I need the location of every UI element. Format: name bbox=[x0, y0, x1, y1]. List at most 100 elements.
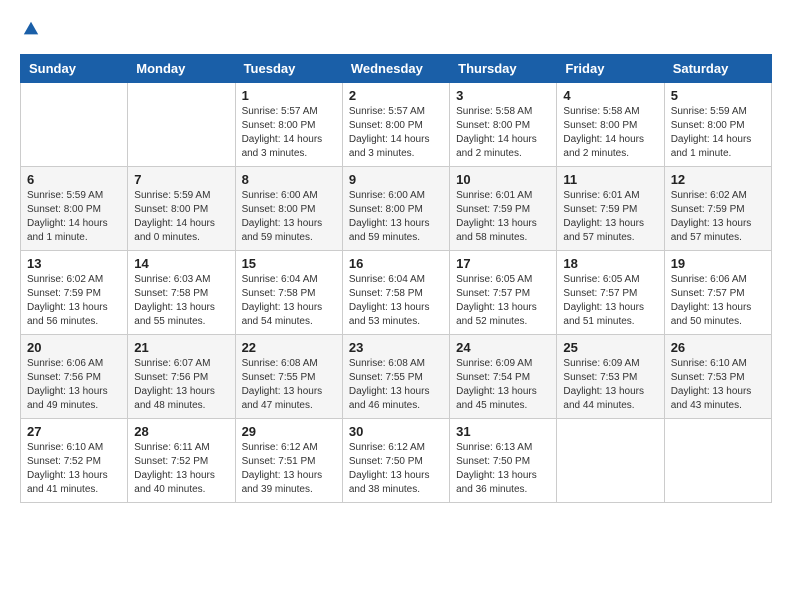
calendar-cell: 24 Sunrise: 6:09 AM Sunset: 7:54 PM Dayli… bbox=[450, 335, 557, 419]
day-number: 22 bbox=[242, 340, 336, 355]
weekday-header-monday: Monday bbox=[128, 55, 235, 83]
logo-icon bbox=[22, 20, 40, 38]
calendar-cell bbox=[21, 83, 128, 167]
day-number: 29 bbox=[242, 424, 336, 439]
day-info: Sunrise: 6:01 AM Sunset: 7:59 PM Dayligh… bbox=[456, 189, 550, 245]
day-info: Sunrise: 6:02 AM Sunset: 7:59 PM Dayligh… bbox=[671, 189, 765, 245]
day-info: Sunrise: 6:04 AM Sunset: 7:58 PM Dayligh… bbox=[242, 273, 336, 329]
day-number: 11 bbox=[563, 172, 657, 187]
day-number: 9 bbox=[349, 172, 443, 187]
day-info: Sunrise: 6:10 AM Sunset: 7:53 PM Dayligh… bbox=[671, 357, 765, 413]
weekday-header-sunday: Sunday bbox=[21, 55, 128, 83]
calendar-cell: 9 Sunrise: 6:00 AM Sunset: 8:00 PM Daylig… bbox=[342, 167, 449, 251]
calendar-cell: 22 Sunrise: 6:08 AM Sunset: 7:55 PM Dayli… bbox=[235, 335, 342, 419]
weekday-header-tuesday: Tuesday bbox=[235, 55, 342, 83]
calendar-cell: 2 Sunrise: 5:57 AM Sunset: 8:00 PM Daylig… bbox=[342, 83, 449, 167]
calendar-cell bbox=[664, 419, 771, 503]
day-number: 14 bbox=[134, 256, 228, 271]
day-info: Sunrise: 6:09 AM Sunset: 7:54 PM Dayligh… bbox=[456, 357, 550, 413]
calendar-table: SundayMondayTuesdayWednesdayThursdayFrid… bbox=[20, 54, 772, 503]
calendar-week-row: 1 Sunrise: 5:57 AM Sunset: 8:00 PM Daylig… bbox=[21, 83, 772, 167]
day-info: Sunrise: 6:00 AM Sunset: 8:00 PM Dayligh… bbox=[349, 189, 443, 245]
calendar-cell: 14 Sunrise: 6:03 AM Sunset: 7:58 PM Dayli… bbox=[128, 251, 235, 335]
calendar-cell: 18Sunrise: 6:05 AM Sunset: 7:57 PM Dayli… bbox=[557, 251, 664, 335]
day-number: 3 bbox=[456, 88, 550, 103]
calendar-cell: 29 Sunrise: 6:12 AM Sunset: 7:51 PM Dayli… bbox=[235, 419, 342, 503]
day-info: Sunrise: 6:12 AM Sunset: 7:51 PM Dayligh… bbox=[242, 441, 336, 497]
calendar-cell bbox=[557, 419, 664, 503]
day-number: 8 bbox=[242, 172, 336, 187]
weekday-header-wednesday: Wednesday bbox=[342, 55, 449, 83]
calendar-cell: 26 Sunrise: 6:10 AM Sunset: 7:53 PM Dayli… bbox=[664, 335, 771, 419]
day-number: 17 bbox=[456, 256, 550, 271]
calendar-week-row: 6 Sunrise: 5:59 AM Sunset: 8:00 PM Daylig… bbox=[21, 167, 772, 251]
day-number: 20 bbox=[27, 340, 121, 355]
day-info: Sunrise: 5:59 AM Sunset: 8:00 PM Dayligh… bbox=[134, 189, 228, 245]
day-number: 1 bbox=[242, 88, 336, 103]
day-info: Sunrise: 6:12 AM Sunset: 7:50 PM Dayligh… bbox=[349, 441, 443, 497]
calendar-cell: 30 Sunrise: 6:12 AM Sunset: 7:50 PM Dayli… bbox=[342, 419, 449, 503]
day-info: Sunrise: 6:09 AM Sunset: 7:53 PM Dayligh… bbox=[563, 357, 657, 413]
calendar-cell: 16Sunrise: 6:04 AM Sunset: 7:58 PM Dayli… bbox=[342, 251, 449, 335]
weekday-header-thursday: Thursday bbox=[450, 55, 557, 83]
day-number: 31 bbox=[456, 424, 550, 439]
day-number: 23 bbox=[349, 340, 443, 355]
day-info: Sunrise: 6:07 AM Sunset: 7:56 PM Dayligh… bbox=[134, 357, 228, 413]
day-number: 13 bbox=[27, 256, 121, 271]
day-number: 27 bbox=[27, 424, 121, 439]
weekday-header-row: SundayMondayTuesdayWednesdayThursdayFrid… bbox=[21, 55, 772, 83]
day-info: Sunrise: 6:06 AM Sunset: 7:57 PM Dayligh… bbox=[671, 273, 765, 329]
calendar-week-row: 27Sunrise: 6:10 AM Sunset: 7:52 PM Dayli… bbox=[21, 419, 772, 503]
calendar-cell: 13 Sunrise: 6:02 AM Sunset: 7:59 PM Dayli… bbox=[21, 251, 128, 335]
day-number: 10 bbox=[456, 172, 550, 187]
calendar-cell: 27Sunrise: 6:10 AM Sunset: 7:52 PM Dayli… bbox=[21, 419, 128, 503]
day-info: Sunrise: 6:00 AM Sunset: 8:00 PM Dayligh… bbox=[242, 189, 336, 245]
day-number: 6 bbox=[27, 172, 121, 187]
calendar-week-row: 20 Sunrise: 6:06 AM Sunset: 7:56 PM Dayli… bbox=[21, 335, 772, 419]
calendar-cell: 7 Sunrise: 5:59 AM Sunset: 8:00 PM Daylig… bbox=[128, 167, 235, 251]
day-number: 18 bbox=[563, 256, 657, 271]
day-info: Sunrise: 5:58 AM Sunset: 8:00 PM Dayligh… bbox=[456, 105, 550, 161]
calendar-cell: 28Sunrise: 6:11 AM Sunset: 7:52 PM Dayli… bbox=[128, 419, 235, 503]
calendar-cell: 17 Sunrise: 6:05 AM Sunset: 7:57 PM Dayli… bbox=[450, 251, 557, 335]
day-info: Sunrise: 6:01 AM Sunset: 7:59 PM Dayligh… bbox=[563, 189, 657, 245]
day-number: 26 bbox=[671, 340, 765, 355]
day-number: 2 bbox=[349, 88, 443, 103]
day-number: 21 bbox=[134, 340, 228, 355]
calendar-cell: 6Sunrise: 5:59 AM Sunset: 8:00 PM Daylig… bbox=[21, 167, 128, 251]
day-number: 19 bbox=[671, 256, 765, 271]
calendar-cell: 15Sunrise: 6:04 AM Sunset: 7:58 PM Dayli… bbox=[235, 251, 342, 335]
day-number: 12 bbox=[671, 172, 765, 187]
weekday-header-friday: Friday bbox=[557, 55, 664, 83]
calendar-week-row: 13 Sunrise: 6:02 AM Sunset: 7:59 PM Dayli… bbox=[21, 251, 772, 335]
day-info: Sunrise: 6:02 AM Sunset: 7:59 PM Dayligh… bbox=[27, 273, 121, 329]
day-number: 30 bbox=[349, 424, 443, 439]
day-info: Sunrise: 6:03 AM Sunset: 7:58 PM Dayligh… bbox=[134, 273, 228, 329]
logo bbox=[20, 20, 40, 38]
day-info: Sunrise: 6:05 AM Sunset: 7:57 PM Dayligh… bbox=[456, 273, 550, 329]
calendar-cell: 19 Sunrise: 6:06 AM Sunset: 7:57 PM Dayli… bbox=[664, 251, 771, 335]
day-info: Sunrise: 6:13 AM Sunset: 7:50 PM Dayligh… bbox=[456, 441, 550, 497]
calendar-cell: 1 Sunrise: 5:57 AM Sunset: 8:00 PM Daylig… bbox=[235, 83, 342, 167]
calendar-cell bbox=[128, 83, 235, 167]
calendar-cell: 25Sunrise: 6:09 AM Sunset: 7:53 PM Dayli… bbox=[557, 335, 664, 419]
day-number: 7 bbox=[134, 172, 228, 187]
day-info: Sunrise: 6:11 AM Sunset: 7:52 PM Dayligh… bbox=[134, 441, 228, 497]
day-info: Sunrise: 6:06 AM Sunset: 7:56 PM Dayligh… bbox=[27, 357, 121, 413]
day-info: Sunrise: 5:59 AM Sunset: 8:00 PM Dayligh… bbox=[671, 105, 765, 161]
calendar-cell: 31 Sunrise: 6:13 AM Sunset: 7:50 PM Dayli… bbox=[450, 419, 557, 503]
day-number: 5 bbox=[671, 88, 765, 103]
day-info: Sunrise: 6:08 AM Sunset: 7:55 PM Dayligh… bbox=[349, 357, 443, 413]
calendar-cell: 10 Sunrise: 6:01 AM Sunset: 7:59 PM Dayli… bbox=[450, 167, 557, 251]
day-number: 24 bbox=[456, 340, 550, 355]
calendar-cell: 23 Sunrise: 6:08 AM Sunset: 7:55 PM Dayli… bbox=[342, 335, 449, 419]
day-info: Sunrise: 6:04 AM Sunset: 7:58 PM Dayligh… bbox=[349, 273, 443, 329]
day-info: Sunrise: 5:57 AM Sunset: 8:00 PM Dayligh… bbox=[349, 105, 443, 161]
calendar-cell: 21 Sunrise: 6:07 AM Sunset: 7:56 PM Dayli… bbox=[128, 335, 235, 419]
calendar-cell: 11 Sunrise: 6:01 AM Sunset: 7:59 PM Dayli… bbox=[557, 167, 664, 251]
day-info: Sunrise: 5:57 AM Sunset: 8:00 PM Dayligh… bbox=[242, 105, 336, 161]
page-header bbox=[20, 20, 772, 38]
calendar-cell: 3 Sunrise: 5:58 AM Sunset: 8:00 PM Daylig… bbox=[450, 83, 557, 167]
weekday-header-saturday: Saturday bbox=[664, 55, 771, 83]
day-info: Sunrise: 6:08 AM Sunset: 7:55 PM Dayligh… bbox=[242, 357, 336, 413]
